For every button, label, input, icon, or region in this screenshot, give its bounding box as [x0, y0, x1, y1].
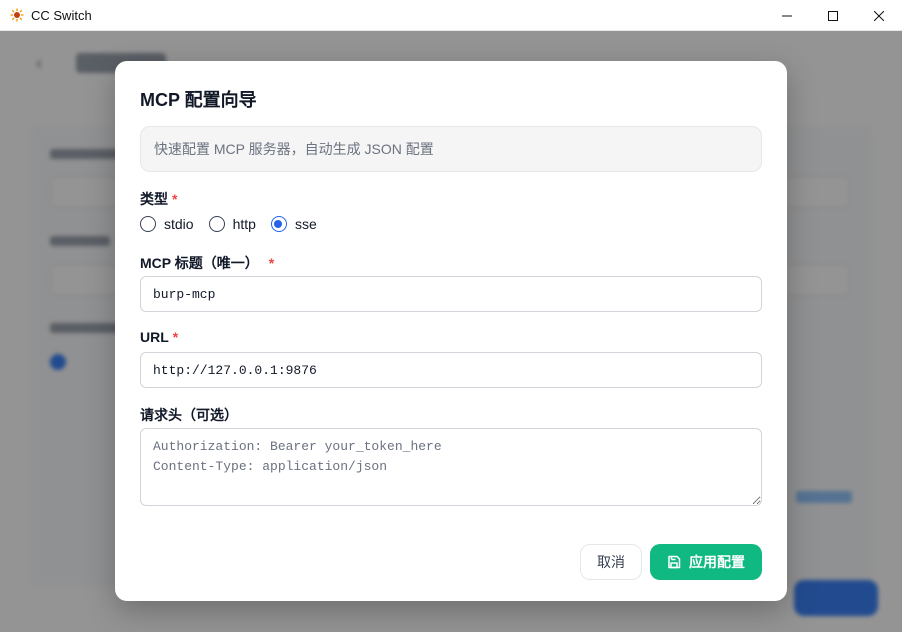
radio-label-stdio: stdio — [164, 216, 194, 232]
required-mark: * — [268, 255, 275, 271]
close-icon — [874, 10, 884, 21]
quick-config-hint[interactable]: 快速配置 MCP 服务器，自动生成 JSON 配置 — [140, 126, 762, 172]
app-title: CC Switch — [31, 7, 92, 23]
mcp-title-label-text: MCP 标题（唯一） — [140, 255, 259, 271]
radio-label-http: http — [232, 216, 256, 232]
url-field-label: URL * — [140, 329, 178, 345]
minimize-button[interactable] — [764, 0, 810, 31]
cancel-button[interactable]: 取消 — [580, 544, 642, 580]
maximize-button[interactable] — [810, 0, 856, 31]
mcp-wizard-dialog: MCP 配置向导 快速配置 MCP 服务器，自动生成 JSON 配置 类型 * s… — [115, 61, 787, 601]
url-label-text: URL — [140, 329, 169, 345]
required-mark: * — [172, 191, 178, 207]
maximize-icon — [828, 10, 838, 21]
type-field-label: 类型 * — [140, 189, 177, 209]
close-button[interactable] — [856, 0, 902, 31]
radio-option-sse[interactable]: sse — [270, 216, 317, 232]
headers-textarea[interactable] — [140, 428, 762, 506]
radio-stdio[interactable] — [140, 216, 156, 232]
radio-sse[interactable] — [270, 216, 287, 232]
app-logo-icon — [10, 8, 24, 22]
type-label-text: 类型 — [140, 191, 168, 207]
apply-config-label: 应用配置 — [689, 554, 745, 570]
apply-config-button[interactable]: 应用配置 — [650, 544, 762, 580]
radio-http[interactable] — [208, 216, 225, 232]
required-mark: * — [172, 329, 179, 345]
mcp-title-field-label: MCP 标题（唯一） * — [140, 253, 274, 273]
radio-option-http[interactable]: http — [208, 216, 256, 232]
url-input[interactable] — [140, 352, 762, 388]
type-radio-group: stdio http sse — [140, 216, 332, 232]
minimize-icon — [782, 15, 792, 16]
save-icon — [667, 555, 681, 569]
headers-label-text: 请求头（可选） — [140, 407, 238, 423]
dialog-title: MCP 配置向导 — [140, 90, 257, 110]
headers-field-label: 请求头（可选） — [140, 405, 238, 425]
mcp-title-input[interactable] — [140, 276, 762, 312]
radio-label-sse: sse — [294, 216, 317, 232]
radio-option-stdio[interactable]: stdio — [140, 216, 194, 232]
title-bar: CC Switch — [0, 0, 902, 31]
